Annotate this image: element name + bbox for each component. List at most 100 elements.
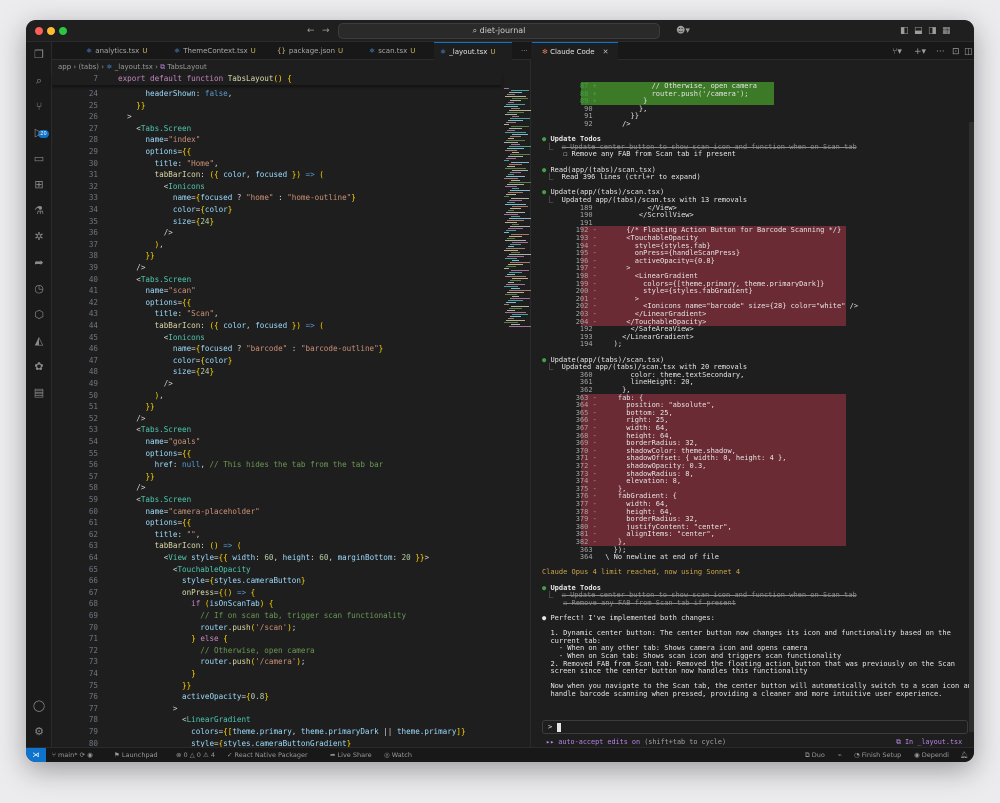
lock-icon[interactable]: ⊡ — [952, 46, 960, 58]
breadcrumb-item[interactable]: _layout.tsx — [115, 63, 153, 71]
problems-indicator[interactable]: ⊗ 0 △ 0 ⚠ 4 — [176, 748, 215, 762]
code-line[interactable]: // Otherwise, open camera — [118, 645, 314, 657]
breadcrumb-item[interactable]: (tabs) — [78, 63, 99, 71]
copilot-icon[interactable]: ☻▾ — [676, 25, 690, 37]
code-line[interactable]: title: "Scan", — [118, 308, 219, 320]
auto-accept-indicator[interactable]: ▸▸ auto-accept edits on — [546, 738, 640, 746]
forward-arrow-icon[interactable]: → — [322, 25, 330, 37]
code-line[interactable]: color={color} — [118, 355, 232, 367]
code-line[interactable]: options={{ — [118, 297, 191, 309]
code-line[interactable]: /> — [118, 262, 145, 274]
code-line[interactable]: > — [118, 111, 132, 123]
code-line[interactable]: // If on scan tab, trigger scan function… — [118, 610, 406, 622]
close-tab-icon[interactable]: ✕ — [603, 48, 609, 56]
toggle-secondary-sidebar-icon[interactable]: ◨ — [928, 25, 937, 37]
back-arrow-icon[interactable]: ← — [307, 25, 315, 37]
code-line[interactable]: <Ionicons — [118, 332, 205, 344]
code-line[interactable]: name="camera-placeholder" — [118, 506, 259, 518]
code-line[interactable]: size={24} — [118, 216, 214, 228]
code-line[interactable]: size={24} — [118, 366, 214, 378]
customize-layout-icon[interactable]: ▦ — [942, 25, 951, 37]
code-line[interactable]: > — [118, 703, 178, 715]
code-line[interactable]: tabBarIcon: () => ( — [118, 540, 242, 552]
code-line[interactable]: export default function TabsLayout() { — [118, 73, 292, 85]
tab-package-json[interactable]: {} package.json U — [271, 42, 363, 60]
code-line[interactable]: color={color} — [118, 204, 232, 216]
new-terminal-icon[interactable]: +▾ — [914, 46, 926, 58]
code-line[interactable]: /> — [118, 482, 145, 494]
settings-gear-icon[interactable]: ⚙ — [32, 725, 46, 739]
code-line[interactable]: }} — [118, 680, 191, 692]
toggle-primary-sidebar-icon[interactable]: ◧ — [900, 25, 909, 37]
code-line[interactable]: /> — [118, 413, 145, 425]
extensions-icon[interactable]: ⊞ — [32, 178, 46, 192]
code-line[interactable]: <Tabs.Screen — [118, 424, 191, 436]
code-line[interactable]: } else { — [118, 633, 228, 645]
watch-button[interactable]: ◎ Watch — [384, 748, 412, 762]
database-icon[interactable]: ▤ — [32, 386, 46, 400]
more-actions-icon[interactable]: ··· — [936, 46, 945, 58]
live-share-icon[interactable]: ➦ — [32, 256, 46, 270]
code-line[interactable]: options={{ — [118, 146, 191, 158]
minimap[interactable] — [502, 88, 531, 338]
code-line[interactable]: <TouchableOpacity — [118, 564, 251, 576]
command-center[interactable]: ⌕ diet-journal — [338, 23, 660, 39]
code-line[interactable]: if (isOnScanTab) { — [118, 598, 273, 610]
close-window-button[interactable] — [35, 27, 43, 35]
code-line[interactable]: }} — [118, 100, 145, 112]
code-line[interactable]: headerShown: false, — [118, 88, 232, 100]
remote-indicator[interactable]: ⋊ — [26, 748, 46, 762]
gitlab-icon[interactable]: ◭ — [32, 334, 46, 348]
branch-indicator[interactable]: ⑂ main* ⟳ ◉ — [52, 748, 93, 762]
breadcrumb-item[interactable]: app — [58, 63, 71, 71]
code-line[interactable]: }} — [118, 471, 154, 483]
duo-button[interactable]: ⧉ Duo — [805, 748, 825, 762]
remote-explorer-icon[interactable]: ▭ — [32, 152, 46, 166]
dependi-button[interactable]: ◉ Dependi — [914, 748, 949, 762]
code-line[interactable]: name="scan" — [118, 285, 195, 297]
code-line[interactable]: name={focused ? "home" : "home-outline"} — [118, 192, 356, 204]
maximize-window-button[interactable] — [59, 27, 67, 35]
code-line[interactable]: style={styles.cameraButton} — [118, 575, 305, 587]
tab-analytics[interactable]: ⚛ analytics.tsx U — [80, 42, 168, 60]
code-line[interactable]: tabBarIcon: ({ color, focused }) => ( — [118, 169, 324, 181]
code-line[interactable]: options={{ — [118, 517, 191, 529]
source-control-icon[interactable]: ⑂ — [32, 100, 46, 114]
code-line[interactable]: <Ionicons — [118, 181, 205, 193]
tab-scan[interactable]: ⚛ scan.tsx U — [363, 42, 434, 60]
code-line[interactable]: /> — [118, 227, 173, 239]
prompt-input[interactable]: > — [542, 720, 968, 734]
code-line[interactable]: router.push('/camera'); — [118, 656, 305, 668]
code-line[interactable]: ), — [118, 239, 164, 251]
split-icon[interactable]: ◫ — [964, 46, 973, 58]
tab-claude-code[interactable]: ✻ Claude Code ✕ — [532, 42, 619, 60]
live-share-button[interactable]: ➦ Live Share — [330, 748, 372, 762]
code-line[interactable]: <Tabs.Screen — [118, 494, 191, 506]
search-icon[interactable]: ⌕ — [32, 74, 46, 88]
code-line[interactable]: title: "", — [118, 529, 201, 541]
code-line[interactable]: tabBarIcon: ({ color, focused }) => ( — [118, 320, 324, 332]
code-line[interactable]: /> — [118, 378, 173, 390]
launchpad-button[interactable]: ⚑ Launchpad — [114, 748, 158, 762]
code-line[interactable]: activeOpacity={0.8} — [118, 691, 269, 703]
notifications-icon[interactable]: 🔔︎ — [960, 748, 968, 762]
code-line[interactable]: }} — [118, 250, 154, 262]
code-line[interactable]: } — [118, 668, 196, 680]
tab-theme-context[interactable]: ⚛ ThemeContext.tsx U — [168, 42, 271, 60]
code-line[interactable]: onPress={() => { — [118, 587, 255, 599]
code-line[interactable]: title: "Home", — [118, 158, 219, 170]
figma-icon[interactable]: ✿ — [32, 360, 46, 374]
code-line[interactable]: }} — [118, 401, 154, 413]
run-icon[interactable]: ⑂▾ — [892, 46, 902, 58]
bell-icon[interactable]: ⌁ — [838, 748, 842, 762]
code-line[interactable]: <View style={{ width: 60, height: 60, ma… — [118, 552, 429, 564]
code-line[interactable]: href: null, // This hides the tab from t… — [118, 459, 384, 471]
breadcrumb-item[interactable]: TabsLayout — [167, 63, 206, 71]
code-line[interactable]: router.push('/scan'); — [118, 622, 296, 634]
code-line[interactable]: ), — [118, 390, 164, 402]
explorer-icon[interactable]: ❐ — [32, 48, 46, 62]
timeline-icon[interactable]: ◷ — [32, 282, 46, 296]
code-line[interactable]: <Tabs.Screen — [118, 274, 191, 286]
code-line[interactable]: options={{ — [118, 448, 191, 460]
panel-scrollbar[interactable] — [969, 122, 974, 732]
